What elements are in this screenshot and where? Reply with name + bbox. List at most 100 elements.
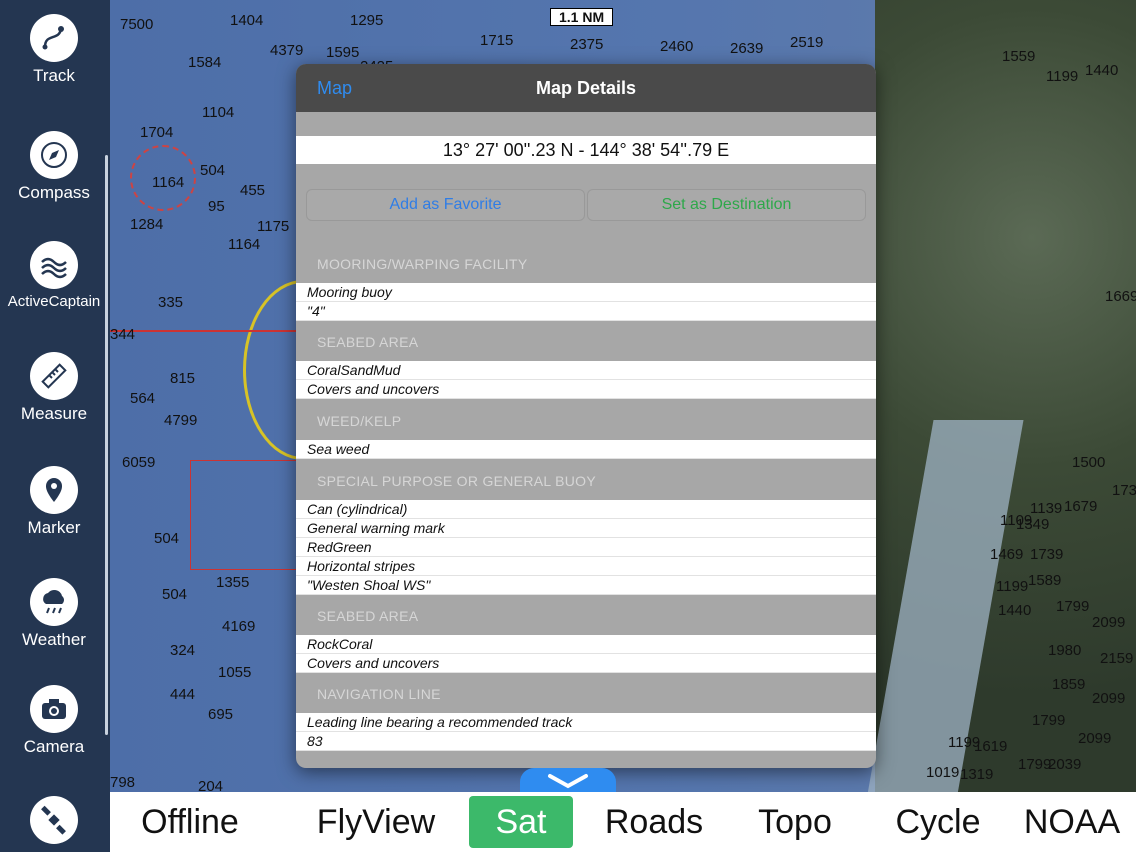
sidebar-item-marker[interactable]: Marker <box>0 466 108 538</box>
depth-sounding: 1139 <box>1030 500 1063 517</box>
depth-sounding: 1164 <box>152 174 185 191</box>
depth-sounding: 1739 <box>1030 546 1064 563</box>
detail-row: Mooring buoy <box>296 283 876 302</box>
camera-icon <box>30 685 78 733</box>
coordinates-readout: 13° 27' 00''.23 N - 144° 38' 54''.79 E <box>296 136 876 164</box>
section-header: SEABED AREA <box>317 334 419 350</box>
set-destination-button[interactable]: Set as Destination <box>587 189 866 221</box>
depth-sounding: 1404 <box>230 12 264 29</box>
section-header: MOORING/WARPING FACILITY <box>317 256 528 272</box>
depth-sounding: 2639 <box>730 40 764 57</box>
depth-sounding: 2099 <box>1078 730 1112 747</box>
depth-sounding: 1679 <box>1064 498 1098 515</box>
detail-row: Leading line bearing a recommended track <box>296 713 876 732</box>
modal-nav-bar: Map Map Details <box>296 64 876 112</box>
detail-row: 83 <box>296 732 876 751</box>
depth-sounding: 1669 <box>1105 288 1136 305</box>
details-section: SEABED AREA RockCoral Covers and uncover… <box>296 597 876 673</box>
detail-row: Sea weed <box>296 440 876 459</box>
map-type-tab-bar: Offline FlyView Sat Roads Topo Cycle NOA… <box>110 792 1136 852</box>
chart-boundary-box <box>190 460 300 570</box>
sidebar-item-activecaptain[interactable]: ActiveCaptain <box>0 241 108 310</box>
depth-sounding: 504 <box>154 530 180 547</box>
depth-sounding: 1199 <box>996 578 1029 595</box>
depth-sounding: 1559 <box>1002 48 1036 65</box>
tab-noaa[interactable]: NOAA <box>1020 792 1124 852</box>
depth-sounding: 695 <box>208 706 234 723</box>
satellite-icon <box>30 796 78 844</box>
sidebar-item-label: Weather <box>22 630 86 649</box>
tab-offline[interactable]: Offline <box>130 792 250 852</box>
detail-row: RockCoral <box>296 635 876 654</box>
detail-row: Horizontal stripes <box>296 557 876 576</box>
map-pin-icon <box>30 466 78 514</box>
depth-sounding: 2460 <box>660 38 694 55</box>
action-buttons: Add as Favorite Set as Destination <box>306 189 866 221</box>
chevron-down-icon <box>546 773 590 794</box>
depth-sounding: 1704 <box>140 124 174 141</box>
depth-sounding: 1164 <box>228 236 261 253</box>
compass-icon <box>30 131 78 179</box>
tab-cycle[interactable]: Cycle <box>890 792 986 852</box>
depth-sounding: 4799 <box>164 412 198 429</box>
wave-icon <box>30 241 78 289</box>
scale-label: 1.1 NM <box>550 8 614 26</box>
depth-sounding: 1500 <box>1072 454 1106 471</box>
tab-flyview[interactable]: FlyView <box>306 792 446 852</box>
depth-sounding: 504 <box>200 162 226 179</box>
details-section: SEABED AREA CoralSandMud Covers and unco… <box>296 323 876 399</box>
depth-sounding: 1055 <box>218 664 252 681</box>
section-header: WEED/KELP <box>317 413 402 429</box>
modal-title: Map Details <box>535 78 637 98</box>
depth-sounding: 1980 <box>1048 642 1082 659</box>
depth-sounding: 1589 <box>1028 572 1062 589</box>
details-section: SPECIAL PURPOSE OR GENERAL BUOY Can (cyl… <box>296 462 876 595</box>
sidebar-item-track[interactable]: Track <box>0 14 108 86</box>
add-favorite-button[interactable]: Add as Favorite <box>306 189 585 221</box>
depth-sounding: 1019 <box>926 764 960 781</box>
depth-sounding: 1799 <box>1018 756 1052 773</box>
depth-sounding: 1469 <box>990 546 1024 563</box>
depth-sounding: 1619 <box>974 738 1008 755</box>
depth-sounding: 344 <box>110 326 136 343</box>
depth-sounding: 2099 <box>1092 690 1126 707</box>
sidebar-item-camera[interactable]: Camera <box>0 685 108 757</box>
detail-row: General warning mark <box>296 519 876 538</box>
depth-sounding: 1859 <box>1052 676 1086 693</box>
depth-sounding: 2519 <box>790 34 824 51</box>
depth-sounding: 2159 <box>1100 650 1134 667</box>
depth-sounding: 95 <box>208 198 225 215</box>
sidebar-item-weather[interactable]: Weather <box>0 578 108 650</box>
tab-topo[interactable]: Topo <box>750 792 840 852</box>
depth-sounding: 1739 <box>1112 482 1136 499</box>
detail-row: RedGreen <box>296 538 876 557</box>
depth-sounding: 444 <box>170 686 196 703</box>
depth-sounding: 7500 <box>120 16 154 33</box>
ruler-icon <box>30 352 78 400</box>
depth-sounding: 798 <box>110 774 136 791</box>
depth-sounding: 504 <box>162 586 188 603</box>
depth-sounding: 1584 <box>188 54 222 71</box>
depth-sounding: 1319 <box>960 766 994 783</box>
track-icon <box>30 14 78 62</box>
detail-row: Covers and uncovers <box>296 380 876 399</box>
sidebar-item-measure[interactable]: Measure <box>0 352 108 424</box>
depth-sounding: 1440 <box>998 602 1032 619</box>
tab-roads[interactable]: Roads <box>598 792 710 852</box>
details-section: MOORING/WARPING FACILITY Mooring buoy "4… <box>296 245 876 321</box>
sidebar-item-satellite[interactable] <box>0 796 108 844</box>
depth-sounding: 4169 <box>222 618 256 635</box>
depth-sounding: 324 <box>170 642 196 659</box>
sidebar-item-label: Compass <box>18 183 90 202</box>
depth-sounding: 1715 <box>480 32 514 49</box>
depth-sounding: 1349 <box>1016 516 1050 533</box>
detail-row: Covers and uncovers <box>296 654 876 673</box>
detail-row: "4" <box>296 302 876 321</box>
tab-sat[interactable]: Sat <box>469 796 573 848</box>
section-header: SEABED AREA <box>317 608 419 624</box>
sidebar-item-label: ActiveCaptain <box>7 293 101 310</box>
depth-sounding: 455 <box>240 182 266 199</box>
depth-sounding: 1440 <box>1085 62 1119 79</box>
sidebar-item-compass[interactable]: Compass <box>0 131 108 203</box>
detail-row: "Westen Shoal WS" <box>296 576 876 595</box>
